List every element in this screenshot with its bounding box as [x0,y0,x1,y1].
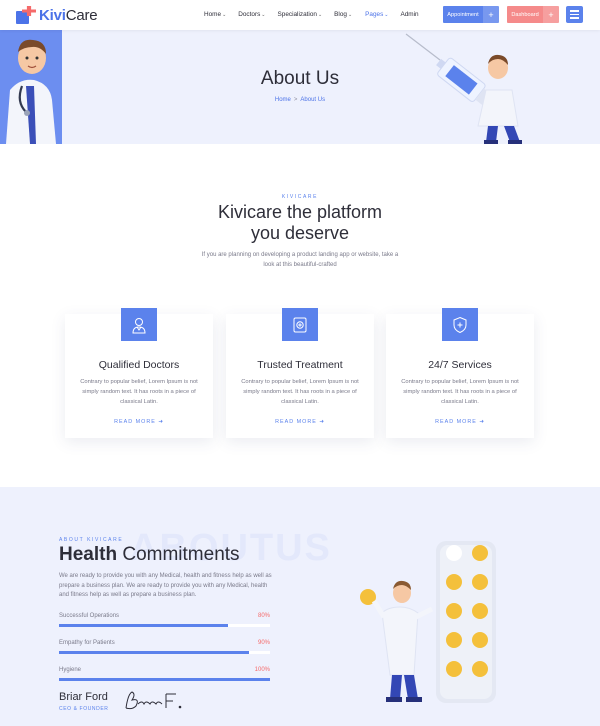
service-card-trusted-treatment: Trusted Treatment Contrary to popular be… [226,308,374,438]
shield-plus-icon [442,308,478,341]
progress-track [59,651,270,654]
section-intro-text: If you are planning on developing a prod… [201,252,399,268]
site-header: KiviCare Home ⌄ Doctors ⌄ Specialization ⌄ … [0,0,600,30]
progress-track [59,678,270,681]
skill-label: Successful Operations [59,613,120,619]
card-text: Contrary to popular belief, Lorem Ipsum … [401,379,519,405]
skill-percent: 90% [257,640,270,646]
arrow-right-icon: ➜ [158,419,164,425]
breadcrumb-home[interactable]: Home [275,97,291,103]
nav-label: Blog [334,11,347,18]
section-headline-line2: you deserve [250,223,350,243]
dashboard-button[interactable]: Dashboard + [507,6,559,23]
about-section: ABOUTUS ABOUT KIVICARE Health Commitment… [0,487,600,726]
progress-track [59,624,270,627]
progress-fill [59,624,228,627]
breadcrumb-separator: > [293,97,298,103]
logo-cross-icon [16,6,36,24]
card-text: Contrary to popular belief, Lorem Ipsum … [80,379,198,405]
about-kicker: ABOUT KIVICARE [59,537,124,543]
chevron-down-icon: ⌄ [261,11,266,18]
about-title: Health Commitments [59,544,240,566]
main-nav: Home ⌄ Doctors ⌄ Specialization ⌄ Blog ⌄ Pag… [204,11,419,18]
logo-text-a: Kivi [39,6,66,24]
chevron-down-icon: ⌄ [384,11,389,18]
card-text: Contrary to popular belief, Lorem Ipsum … [241,379,359,405]
nav-item-admin[interactable]: Admin [400,11,418,18]
progress-fill [59,651,249,654]
nav-label: Admin [400,11,419,18]
appointment-button[interactable]: Appointment + [443,6,499,23]
read-more-label: READ MORE [435,419,477,425]
card-title: Trusted Treatment [257,359,343,371]
nav-label: Home [204,11,222,18]
skill-empathy-for-patients: Empathy for Patients 90% [59,640,270,654]
doctor-pills-illustration [356,537,506,707]
logo-text-b: Care [65,6,98,24]
about-text: We are ready to provide you with any Med… [59,573,272,598]
nav-label: Pages [365,11,384,18]
dashboard-button-label: Dashboard [511,11,539,18]
read-more-label: READ MORE [114,419,156,425]
page-banner: About Us Home > About Us [0,30,600,144]
skill-label: Empathy for Patients [59,640,115,646]
nav-label: Doctors [238,11,261,18]
breadcrumb-current: About Us [300,97,326,103]
chevron-down-icon: ⌄ [347,11,353,18]
about-title-bold: Health [59,544,118,565]
nav-item-specialization[interactable]: Specialization ⌄ [278,11,323,18]
card-title: Qualified Doctors [98,359,180,371]
skill-successful-operations: Successful Operations 80% [59,613,270,627]
nav-item-home[interactable]: Home ⌄ [204,11,226,18]
arrow-right-icon: ➜ [479,419,485,425]
skill-hygiene: Hygiene 100% [59,667,270,681]
service-card-24-7-services: 24/7 Services Contrary to popular belief… [386,308,534,438]
doctor-syringe-illustration [400,30,540,144]
nav-item-doctors[interactable]: Doctors ⌄ [238,11,265,18]
handwritten-signature [122,688,192,719]
chevron-down-icon: ⌄ [222,11,227,18]
skill-percent: 80% [257,613,270,619]
menu-icon[interactable] [566,6,583,23]
logo[interactable]: KiviCare [16,6,98,24]
read-more-link[interactable]: READ MORE ➜ [65,419,213,425]
signature-role: CEO & FOUNDER [59,706,109,712]
skill-percent: 100% [254,667,270,673]
skill-label: Hygiene [59,667,82,673]
progress-fill [59,678,270,681]
card-title: 24/7 Services [428,359,492,371]
treatment-icon [282,308,318,341]
signature-name: Briar Ford [59,691,108,703]
chevron-down-icon: ⌄ [317,11,323,18]
nav-label: Specialization [277,11,317,18]
section-kicker: KIVICARE [281,194,319,200]
plus-icon: + [543,6,559,23]
read-more-link[interactable]: READ MORE ➜ [226,419,374,425]
nav-item-pages[interactable]: Pages ⌄ [365,11,388,18]
read-more-link[interactable]: READ MORE ➜ [386,419,534,425]
about-title-rest: Commitments [117,544,240,565]
nav-item-blog[interactable]: Blog ⌄ [334,11,352,18]
plus-icon: + [483,6,499,23]
service-card-qualified-doctors: Qualified Doctors Contrary to popular be… [65,308,213,438]
logo-text: KiviCare [39,6,98,24]
section-headline-line1: Kivicare the platform [217,202,383,222]
page: KiviCare Home ⌄ Doctors ⌄ Specialization ⌄ … [0,0,600,726]
read-more-label: READ MORE [275,419,317,425]
doctor-icon [121,308,157,341]
appointment-button-label: Appointment [447,11,479,18]
arrow-right-icon: ➜ [319,419,325,425]
